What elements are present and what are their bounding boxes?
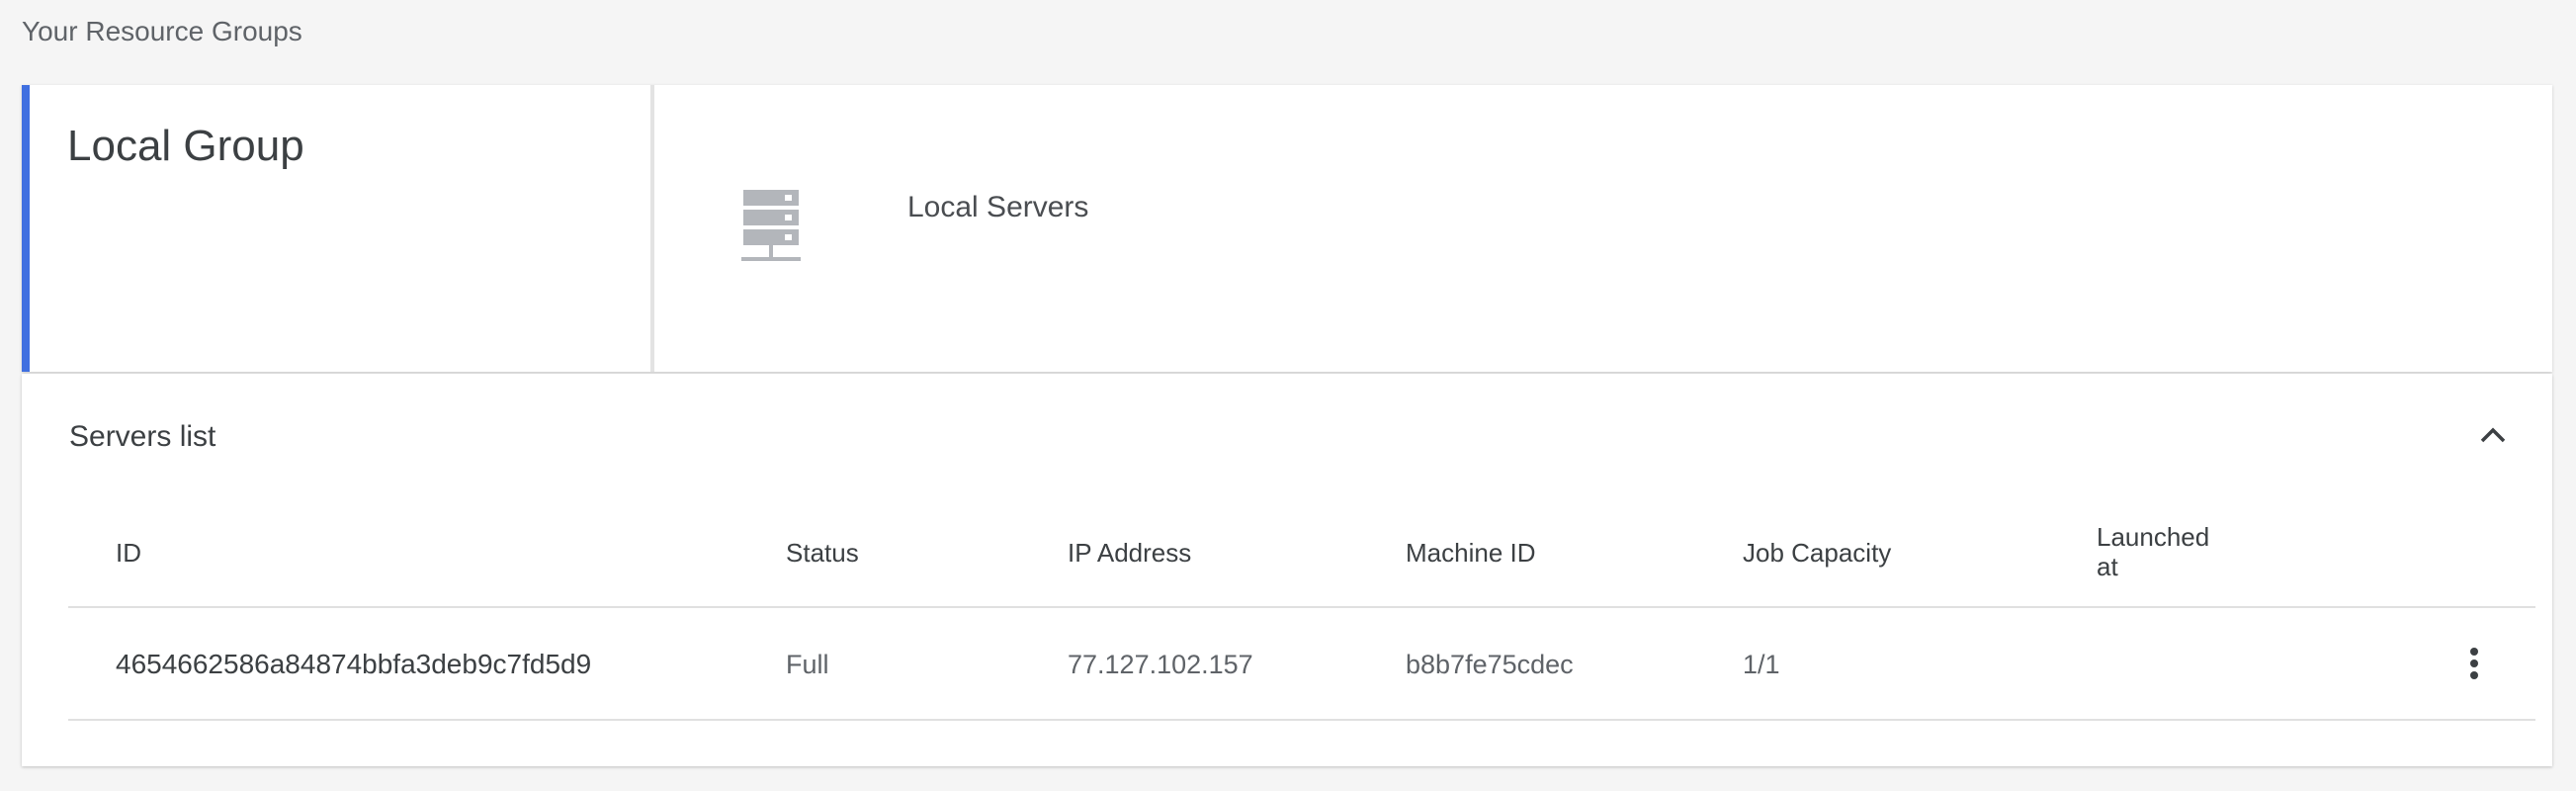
resource-group-card: Local Group Local Servers (22, 85, 2552, 372)
page-title: Your Resource Groups (22, 16, 302, 46)
column-header-machine-id[interactable]: Machine ID (1406, 538, 1536, 568)
servers-table: ID Status IP Address Machine ID Job Capa… (68, 502, 2535, 721)
column-header-launched-at[interactable]: Launched at (2097, 522, 2235, 581)
column-header-job-capacity[interactable]: Job Capacity (1743, 538, 1891, 568)
group-name-pane: Local Group (30, 85, 654, 372)
more-vert-icon (2469, 647, 2479, 685)
server-rack-icon (741, 190, 801, 263)
column-header-ip-address[interactable]: IP Address (1068, 538, 1191, 568)
column-header-id[interactable]: ID (116, 538, 141, 568)
server-ip-cell: 77.127.102.157 (1068, 650, 1253, 679)
server-job-capacity-cell: 1/1 (1743, 650, 1780, 679)
column-header-status[interactable]: Status (786, 538, 859, 568)
server-machine-id-cell: b8b7fe75cdec (1406, 650, 1574, 679)
chevron-up-icon (2479, 426, 2507, 449)
server-id-cell: 4654662586a84874bbfa3deb9c7fd5d9 (116, 649, 592, 679)
servers-list-title: Servers list (69, 420, 216, 453)
server-type-label: Local Servers (907, 191, 1089, 223)
group-name: Local Group (67, 122, 304, 170)
server-status-cell: Full (786, 650, 829, 679)
group-accent-bar (22, 85, 30, 372)
servers-list-panel: Servers list ID Status IP Address Machin… (22, 374, 2552, 766)
table-row[interactable]: 4654662586a84874bbfa3deb9c7fd5d9 Full 77… (68, 608, 2535, 721)
collapse-button[interactable] (2471, 415, 2515, 459)
table-header-row: ID Status IP Address Machine ID Job Capa… (68, 502, 2535, 608)
row-menu-button[interactable] (2452, 644, 2496, 687)
group-detail-pane: Local Servers (654, 85, 2552, 372)
